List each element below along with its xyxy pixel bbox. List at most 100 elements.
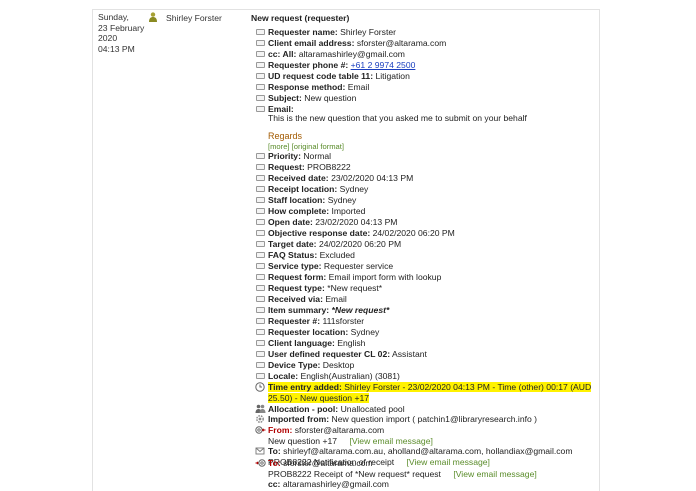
field-marker-icon <box>256 197 265 203</box>
email-at-out-icon <box>255 459 266 467</box>
email-cc-label: cc: <box>268 479 281 489</box>
field-label: Requester location: <box>268 327 349 337</box>
field-marker-icon <box>256 362 265 368</box>
field-marker-icon <box>256 40 265 46</box>
field-marker-icon <box>256 373 265 379</box>
field-marker-icon <box>256 95 265 101</box>
envelope-icon <box>255 447 265 455</box>
field-marker-icon <box>256 164 265 170</box>
field-label: Receipt location: <box>268 184 338 194</box>
field-label: UD request code table 11: <box>268 71 374 81</box>
field-value: sforster@altarama.com <box>356 38 447 48</box>
field-value: 24/02/2020 06:20 PM <box>318 239 402 249</box>
field-label: Allocation - pool: <box>268 404 339 414</box>
field-marker-icon <box>256 351 265 357</box>
email-to-label: To: <box>268 458 281 468</box>
field-label: cc: All: <box>268 49 297 59</box>
field-marker-icon <box>256 252 265 258</box>
field-value: Requester service <box>323 261 394 271</box>
field-value: Sydney <box>339 184 369 194</box>
field-marker-icon <box>256 230 265 236</box>
field-label: Requester name: <box>268 27 338 37</box>
field-value: *New request* <box>331 305 390 315</box>
date-line: Sunday, <box>98 12 129 22</box>
field-marker-icon <box>256 84 265 90</box>
date-line: 2020 <box>98 33 118 43</box>
email-subject: New question +17 <box>268 435 338 446</box>
email-cc-address: altaramashirley@gmail.com <box>282 479 389 489</box>
field-value: Email <box>325 294 347 304</box>
field-marker-icon <box>256 263 265 269</box>
field-marker-icon <box>256 219 265 225</box>
field-marker-icon <box>256 340 265 346</box>
entry-title: New request (requester) <box>251 13 350 23</box>
time-entry-detail-cont: 25.50) - New question +17 <box>268 393 370 403</box>
field-marker-icon <box>256 329 265 335</box>
field-marker-icon <box>256 106 265 112</box>
people-icon <box>255 404 266 413</box>
email-to-label: To: <box>268 446 281 456</box>
field-label: FAQ Status: <box>268 250 318 260</box>
email-at-in-icon <box>255 426 266 434</box>
time-entry-detail: Shirley Forster - 23/02/2020 04:13 PM - … <box>344 382 592 392</box>
field-label: User defined requester CL 02: <box>268 349 391 359</box>
field-label: Response method: <box>268 82 346 92</box>
field-label: Open date: <box>268 217 313 227</box>
field-value: Litigation <box>375 71 410 81</box>
field-label: Request type: <box>268 283 325 293</box>
phone-link[interactable]: +61 2 9974 2500 <box>351 60 416 70</box>
field-label: Locale: <box>268 371 299 381</box>
field-label: Target date: <box>268 239 317 249</box>
field-marker-icon <box>256 318 265 324</box>
field-label: Received date: <box>268 173 329 183</box>
field-marker-icon <box>256 186 265 192</box>
field-label: Request form: <box>268 272 327 282</box>
field-marker-icon <box>256 62 265 68</box>
original-format-link[interactable]: [original format] <box>292 142 344 151</box>
field-label: Objective response date: <box>268 228 371 238</box>
field-marker-icon <box>256 153 265 159</box>
field-label: Requester #: <box>268 316 321 326</box>
field-value: 23/02/2020 04:13 PM <box>331 173 414 183</box>
email-to-address: sforster@altarama.com <box>283 458 373 468</box>
field-value: Assistant <box>392 349 427 359</box>
view-email-link[interactable]: [View email message] <box>453 469 536 479</box>
field-marker-icon <box>256 51 265 57</box>
user-icon <box>149 12 157 22</box>
field-value: Email import form with lookup <box>328 272 442 282</box>
more-link[interactable]: [more] <box>268 142 290 151</box>
email-regards: Regards <box>268 131 303 141</box>
field-label: Received via: <box>268 294 323 304</box>
field-value: Normal <box>303 151 332 161</box>
field-label: Device Type: <box>268 360 321 370</box>
field-value: New question <box>304 93 357 103</box>
date-line: 23 February <box>98 22 145 33</box>
field-value: Excluded <box>319 250 355 260</box>
time-entry-label: Time entry added: <box>268 382 342 392</box>
field-label: Subject: <box>268 93 302 103</box>
field-marker-icon <box>256 307 265 313</box>
field-label: Imported from: <box>268 414 330 424</box>
field-label: Client language: <box>268 338 335 348</box>
field-value: Unallocated pool <box>340 404 405 414</box>
field-label: Staff location: <box>268 195 326 205</box>
field-value: altaramashirley@gmail.com <box>298 49 405 59</box>
field-marker-icon <box>256 285 265 291</box>
view-email-link[interactable]: [View email message] <box>349 436 432 446</box>
field-value: 111sforster <box>322 316 365 326</box>
email-from-label: From: <box>268 425 293 435</box>
field-label: Priority: <box>268 151 301 161</box>
clock-icon <box>255 382 265 392</box>
email-subject: PROB8222 Receipt of *New request* reques… <box>268 468 441 479</box>
entry-user: Shirley Forster <box>166 13 222 23</box>
field-value: Email <box>347 82 370 92</box>
field-label: Item summary: <box>268 305 330 315</box>
field-value: English <box>337 338 366 348</box>
field-value: Desktop <box>322 360 355 370</box>
field-marker-icon <box>256 175 265 181</box>
email-from-address: sforster@altarama.com <box>294 425 385 435</box>
field-value: Shirley Forster <box>340 27 396 37</box>
field-value: English(Australian) (3081) <box>300 371 400 381</box>
field-label: Request: <box>268 162 305 172</box>
field-marker-icon <box>256 208 265 214</box>
